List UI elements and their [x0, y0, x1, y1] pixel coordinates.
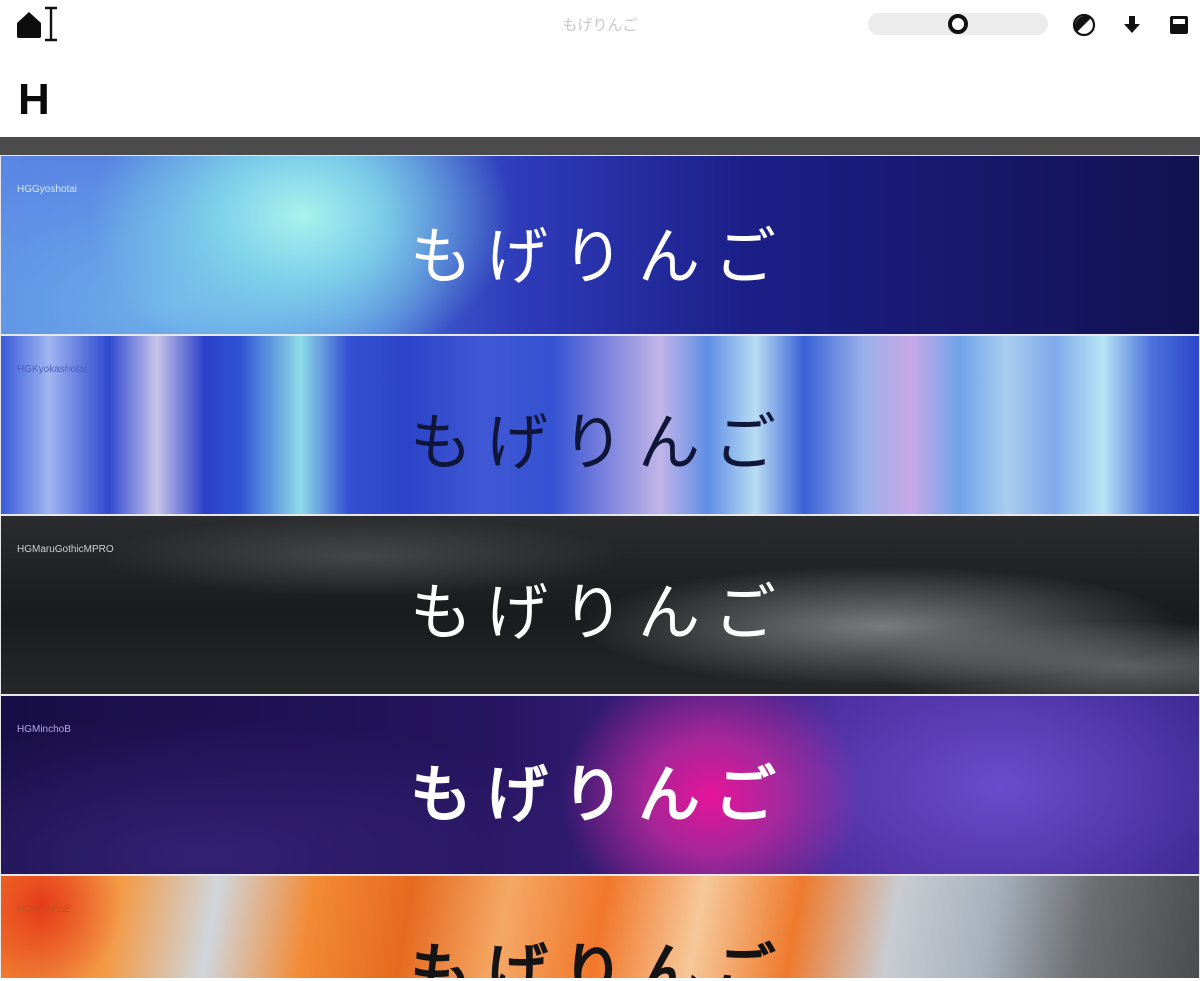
font-card[interactable]: HGMaruGothicMPRO もげりんご — [0, 515, 1200, 695]
contrast-icon[interactable] — [1072, 13, 1096, 37]
font-name-label: HGMaruGothicMPRO — [17, 544, 114, 555]
top-toolbar: もげりんご — [0, 0, 1200, 50]
font-size-slider[interactable] — [868, 13, 1048, 35]
divider-bar — [0, 137, 1200, 155]
font-card[interactable]: HGKyokashotai もげりんご — [0, 335, 1200, 515]
font-sample-text: もげりんご — [409, 406, 790, 479]
font-name-label: HGKyokashotai — [17, 364, 87, 375]
font-card[interactable]: HGMinchoB もげりんご — [0, 695, 1200, 875]
font-sample-text: もげりんご — [409, 936, 790, 979]
font-sample-text: もげりんご — [409, 220, 790, 293]
font-name-label: HGGyoshotai — [17, 184, 78, 195]
font-card[interactable]: HGMinchoE もげりんご — [0, 875, 1200, 978]
download-icon[interactable] — [1120, 13, 1144, 37]
font-card[interactable]: HGGyoshotai もげりんご — [0, 155, 1200, 335]
font-name-label: HGMinchoE — [17, 904, 71, 915]
font-sample-text: もげりんご — [409, 758, 790, 831]
layout-icon[interactable] — [1167, 13, 1191, 37]
font-sample-text: もげりんご — [409, 576, 790, 649]
page-heading: H — [18, 75, 50, 124]
slider-thumb[interactable] — [948, 14, 968, 34]
font-name-label: HGMinchoB — [17, 724, 71, 735]
font-preview-list: HGGyoshotai もげりんご HGKyokashotai もげりんご HG… — [0, 155, 1200, 978]
